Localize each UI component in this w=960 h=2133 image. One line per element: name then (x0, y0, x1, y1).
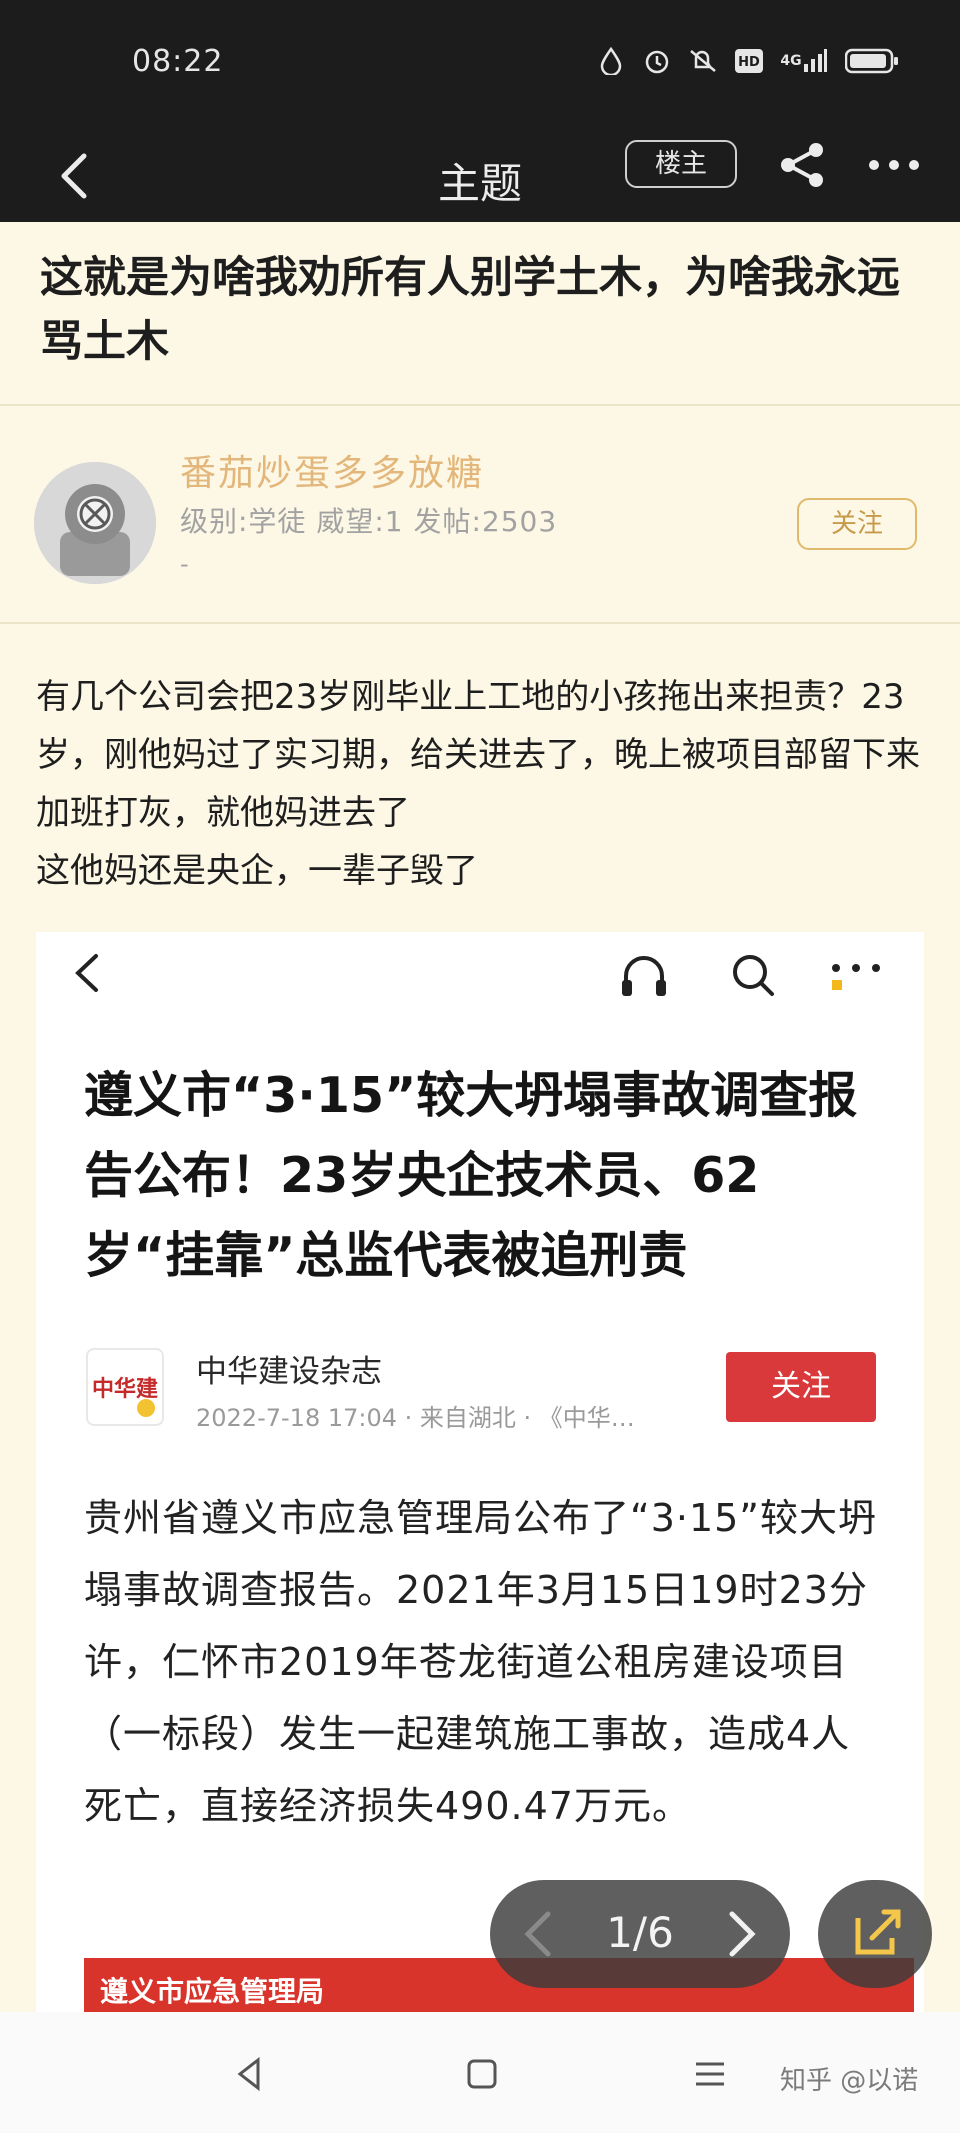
headphones-icon (618, 950, 670, 1000)
edit-reply-button[interactable] (818, 1880, 932, 1988)
mute-icon (688, 46, 718, 76)
author-extra: - (180, 550, 189, 578)
post-paragraph: 有几个公司会把23岁刚毕业上工地的小孩拖出来担责？23岁，刚他妈过了实习期，给关… (36, 677, 920, 833)
publisher-logo-text: 中华建 (92, 1376, 158, 1402)
embedded-screenshot[interactable]: 遵义市“3·15”较大坍塌事故调查报告公布！23岁央企技术员、62岁“挂靠”总监… (36, 932, 924, 2012)
hd-label: HD (738, 55, 760, 70)
author-meta: 级别:学徒 威望:1 发帖:2503 (180, 505, 558, 538)
article-banner: 遵义市应急管理局 (84, 1958, 914, 2012)
author-name[interactable]: 番茄炒蛋多多放糖 (180, 444, 484, 496)
post-paragraph: 这他妈还是央企，一辈子毁了 (36, 851, 478, 891)
divider (0, 622, 960, 624)
battery-icon (844, 46, 900, 76)
back-icon[interactable] (48, 148, 104, 204)
top-nav-bar: 主题 楼主 (0, 128, 960, 222)
publisher-follow-button: 关注 (726, 1352, 876, 1422)
system-home-icon[interactable] (462, 2054, 502, 2094)
status-bar: 08:22 HD 4G (0, 0, 960, 128)
system-nav-bar: 知乎 @以诺 (0, 2012, 960, 2133)
owner-only-button[interactable]: 楼主 (625, 140, 737, 188)
more-icon[interactable] (864, 138, 924, 192)
avatar[interactable] (34, 462, 156, 584)
more-icon (826, 954, 886, 994)
signal-icon: 4G (780, 46, 828, 76)
search-icon (726, 948, 778, 1000)
share-icon[interactable] (776, 138, 830, 192)
prev-image-icon[interactable] (502, 1898, 578, 1970)
article-headline: 遵义市“3·15”较大坍塌事故调查报告公布！23岁央企技术员、62岁“挂靠”总监… (84, 1067, 858, 1284)
next-image-icon[interactable] (702, 1898, 778, 1970)
post-title: 这就是为啥我劝所有人别学土木，为啥我永远骂土木 (40, 253, 900, 367)
system-recents-icon[interactable] (690, 2054, 730, 2094)
status-time: 08:22 (132, 44, 224, 79)
back-icon (66, 948, 106, 998)
watermark: 知乎 @以诺 (780, 2066, 919, 2096)
page-indicator: 1/6 (606, 1908, 674, 1957)
image-pager: 1/6 (490, 1880, 790, 1988)
post-body: 有几个公司会把23岁刚毕业上工地的小孩拖出来担责？23岁，刚他妈过了实习期，给关… (36, 668, 936, 900)
banner-text: 遵义市应急管理局 (100, 1975, 325, 2008)
publish-date: 2022-7-18 17:04 · 来自湖北 · 《中华… (196, 1404, 635, 1432)
network-type: 4G (780, 53, 802, 69)
article-paragraph: 贵州省遵义市应急管理局公布了“3·15”较大坍塌事故调查报告。2021年3月15… (84, 1496, 877, 1828)
divider (0, 404, 960, 406)
status-icons: HD 4G (596, 46, 900, 76)
system-back-icon[interactable] (230, 2054, 270, 2094)
publisher-name: 中华建设杂志 (196, 1354, 382, 1390)
hd-icon: HD (734, 46, 764, 76)
follow-author-button[interactable]: 关注 (797, 498, 917, 550)
data-saver-icon (596, 46, 626, 76)
publisher-logo: 中华建 (86, 1348, 164, 1426)
alarm-icon (642, 46, 672, 76)
